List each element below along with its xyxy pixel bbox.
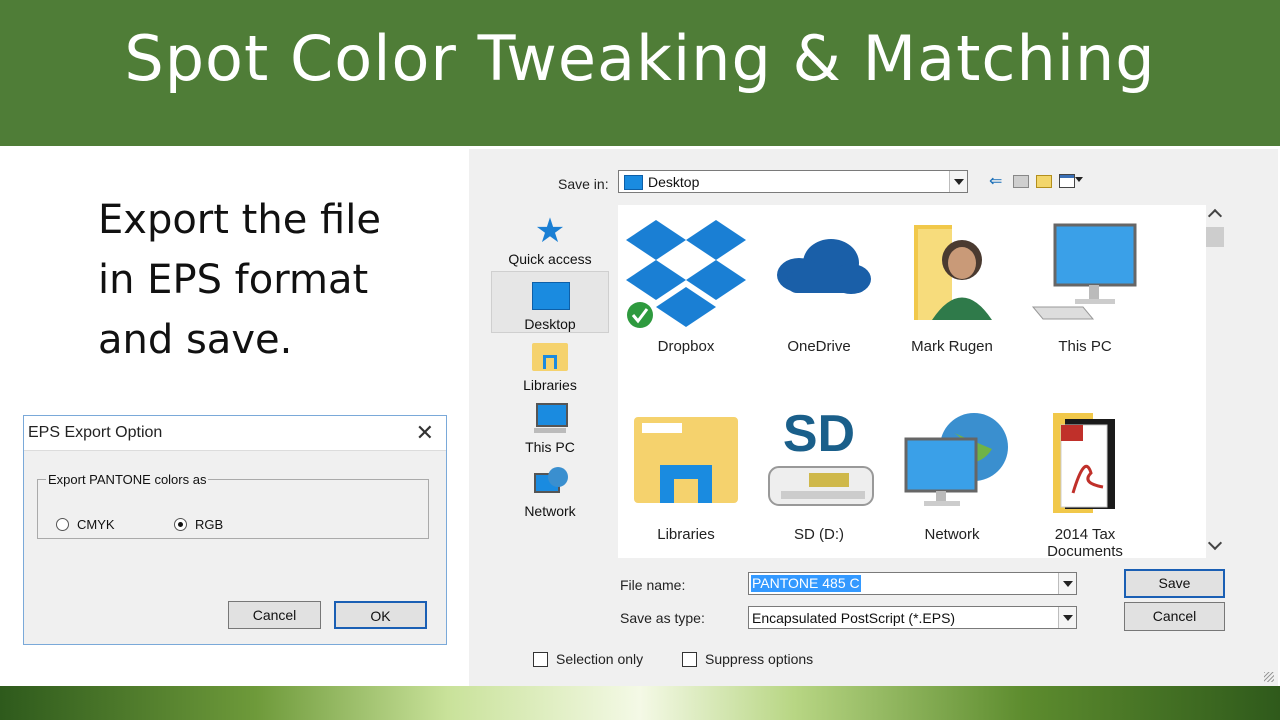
save-type-value: Encapsulated PostScript (*.EPS) — [752, 610, 956, 626]
sidebar-item-libraries[interactable]: Libraries — [491, 341, 609, 393]
desktop-icon — [532, 280, 570, 312]
network-globe-icon — [892, 403, 1012, 518]
save-button[interactable]: Save — [1124, 569, 1225, 598]
checkbox-label: Selection only — [556, 651, 644, 667]
slide-bullet-text: Export the file in EPS format and save. — [98, 190, 428, 370]
suppress-options-checkbox[interactable]: Suppress options — [682, 651, 813, 667]
file-item-libraries[interactable]: Libraries — [626, 403, 746, 543]
user-folder-icon — [892, 215, 1012, 330]
file-item-this-pc[interactable]: This PC — [1025, 215, 1145, 355]
save-in-label: Save in: — [558, 176, 609, 192]
save-in-dropdown[interactable]: Desktop — [618, 170, 968, 193]
eps-export-dialog: EPS Export Option ✕ Export PANTONE color… — [23, 415, 447, 645]
file-item-label: Dropbox — [657, 338, 715, 355]
computer-icon — [1025, 215, 1145, 330]
radio-checked-icon — [174, 518, 187, 531]
star-icon: ★ — [534, 212, 566, 250]
sidebar-item-label: Quick access — [508, 251, 592, 267]
back-arrow-icon[interactable]: ⇐ — [989, 171, 1002, 191]
up-folder-icon[interactable] — [1013, 175, 1029, 188]
checkbox-unchecked-icon — [533, 651, 548, 667]
file-list: Dropbox OneDrive Mark Rugen This PC Libr… — [618, 205, 1206, 558]
file-item-label: SD (D:) — [794, 526, 844, 543]
file-name-input[interactable]: PANTONE 485 C — [748, 572, 1077, 595]
pantone-group-label: Export PANTONE colors as — [48, 472, 207, 487]
pdf-folder-icon — [1025, 403, 1145, 518]
sidebar-item-label: This PC — [525, 439, 575, 455]
chevron-up-icon[interactable] — [1207, 208, 1223, 224]
radio-unchecked-icon — [56, 518, 69, 531]
bullet-line: in EPS format — [98, 257, 369, 303]
computer-icon — [532, 403, 568, 435]
save-type-dropdown[interactable]: Encapsulated PostScript (*.EPS) — [748, 606, 1077, 629]
checkbox-unchecked-icon — [682, 651, 697, 667]
save-in-value: Desktop — [648, 174, 700, 190]
save-type-label: Save as type: — [620, 610, 705, 626]
checkbox-label: Suppress options — [705, 651, 814, 667]
resize-grip-icon[interactable] — [1264, 672, 1274, 682]
close-icon[interactable]: ✕ — [416, 420, 434, 446]
chevron-down-icon[interactable] — [1058, 573, 1076, 594]
cmyk-radio[interactable]: CMYK — [56, 517, 115, 532]
eps-dialog-title: EPS Export Option — [28, 424, 163, 441]
file-item-label: OneDrive — [787, 338, 851, 355]
sidebar-item-label: Libraries — [523, 377, 577, 393]
file-item-label: Libraries — [657, 526, 715, 543]
save-dialog: Save in: Desktop ⇐ ★ Quick access Deskto… — [469, 149, 1278, 686]
chevron-down-icon[interactable] — [1075, 177, 1083, 182]
file-item-label: This PC — [1058, 338, 1112, 355]
file-name-label: File name: — [620, 577, 686, 593]
bullet-line: Export the file — [98, 197, 381, 243]
decorative-footer-band — [0, 686, 1280, 720]
libraries-icon — [532, 341, 568, 373]
dropbox-icon — [626, 215, 746, 330]
pantone-group: Export PANTONE colors as CMYK RGB — [37, 472, 429, 539]
cmyk-radio-label: CMYK — [77, 517, 115, 532]
slide-title-bar: Spot Color Tweaking & Matching — [0, 0, 1280, 146]
places-sidebar: ★ Quick access Desktop Libraries This PC… — [491, 205, 609, 535]
file-item-label: 2014 Tax Documents — [1047, 526, 1123, 558]
sidebar-item-label: Network — [524, 503, 576, 519]
cancel-button[interactable]: Cancel — [1124, 602, 1225, 631]
file-item-tax-documents[interactable]: 2014 Tax Documents — [1025, 403, 1145, 558]
onedrive-icon — [759, 215, 879, 330]
sidebar-item-this-pc[interactable]: This PC — [491, 403, 609, 455]
file-name-value: PANTONE 485 C — [751, 575, 861, 592]
file-item-onedrive[interactable]: OneDrive — [759, 215, 879, 355]
eps-cancel-button[interactable]: Cancel — [228, 601, 321, 629]
file-item-label: Network — [924, 526, 980, 543]
vertical-scrollbar[interactable] — [1206, 205, 1224, 558]
file-item-sd-card[interactable]: SD SD (D:) — [759, 403, 879, 543]
rgb-radio-label: RGB — [195, 517, 224, 532]
sd-art-text: SD — [783, 405, 855, 463]
new-folder-icon[interactable] — [1036, 175, 1052, 188]
file-item-network[interactable]: Network — [892, 403, 1012, 543]
file-item-mark-rugen[interactable]: Mark Rugen — [892, 215, 1012, 355]
eps-ok-button[interactable]: OK — [334, 601, 427, 629]
file-item-dropbox[interactable]: Dropbox — [626, 215, 746, 355]
network-icon — [532, 467, 568, 499]
sd-card-icon: SD — [759, 403, 879, 518]
chevron-down-icon[interactable] — [1058, 607, 1076, 628]
chevron-down-icon[interactable] — [949, 171, 967, 192]
sidebar-item-desktop[interactable]: Desktop — [491, 271, 609, 333]
view-menu-icon[interactable] — [1059, 174, 1075, 188]
rgb-radio[interactable]: RGB — [174, 517, 223, 532]
sidebar-item-quick-access[interactable]: ★ Quick access — [491, 212, 609, 267]
sidebar-item-label: Desktop — [524, 316, 576, 332]
eps-dialog-titlebar: EPS Export Option ✕ — [24, 416, 446, 451]
libraries-folder-icon — [626, 403, 746, 518]
file-item-label: Mark Rugen — [911, 338, 993, 355]
desktop-icon — [624, 175, 643, 190]
slide-title: Spot Color Tweaking & Matching — [124, 22, 1156, 95]
sidebar-item-network[interactable]: Network — [491, 467, 609, 519]
bullet-line: and save. — [98, 317, 293, 363]
chevron-down-icon[interactable] — [1207, 535, 1223, 551]
scrollbar-thumb[interactable] — [1206, 227, 1224, 247]
selection-only-checkbox[interactable]: Selection only — [533, 651, 643, 667]
